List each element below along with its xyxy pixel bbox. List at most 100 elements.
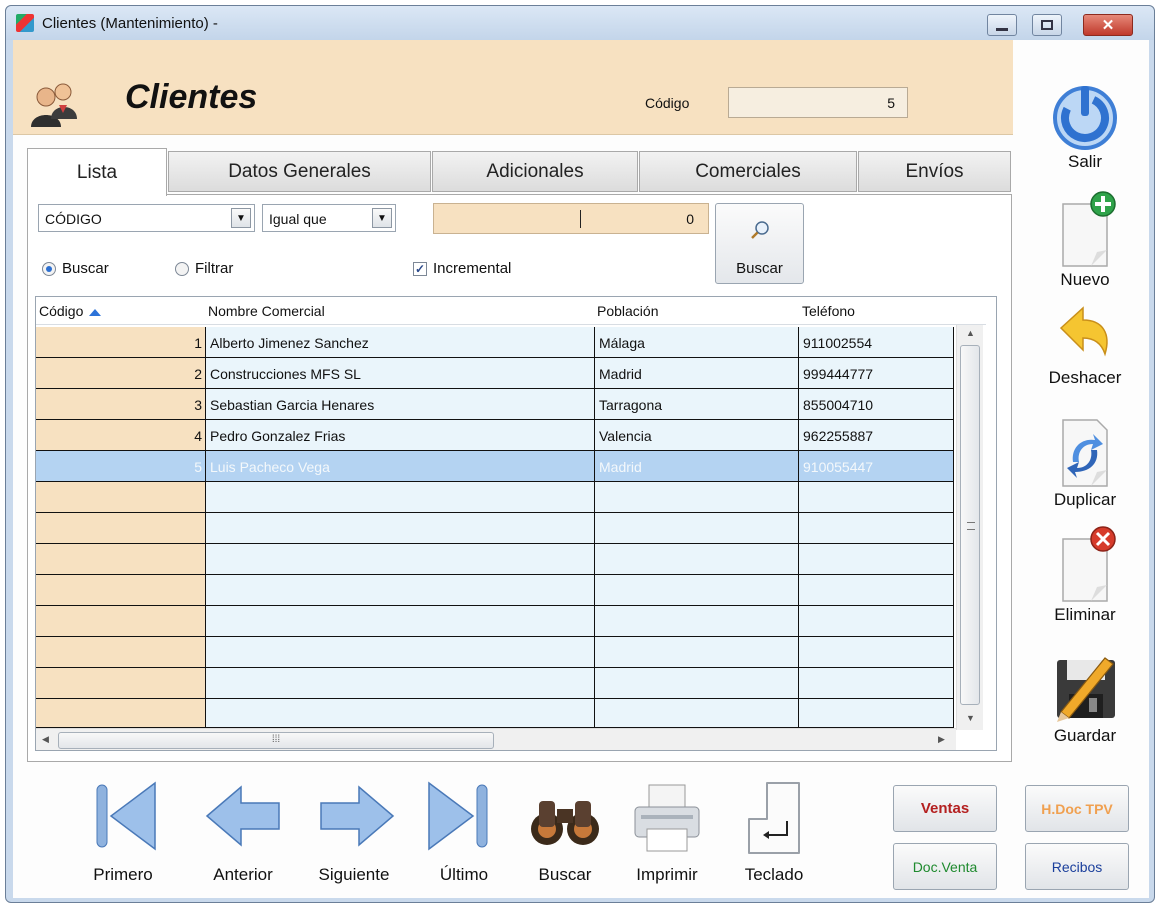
checkmark-icon: ✓ bbox=[413, 261, 427, 276]
duplicar-button[interactable]: Duplicar bbox=[1021, 414, 1149, 510]
table-row-empty[interactable] bbox=[36, 637, 954, 668]
duplicar-label: Duplicar bbox=[1053, 490, 1117, 509]
minimize-button[interactable] bbox=[987, 14, 1017, 36]
chevron-down-icon[interactable]: ▼ bbox=[231, 208, 251, 228]
search-button[interactable]: Buscar bbox=[715, 203, 804, 284]
minimize-icon bbox=[996, 27, 1008, 31]
teclado-label: Teclado bbox=[744, 865, 804, 884]
cell-codigo: 2 bbox=[36, 358, 206, 389]
radio-dot bbox=[175, 261, 189, 276]
tab-lista[interactable]: Lista bbox=[27, 148, 167, 196]
doc-venta-button[interactable]: Doc.Venta bbox=[893, 843, 997, 890]
scroll-right-icon[interactable]: ▶ bbox=[938, 734, 945, 745]
undo-icon bbox=[1059, 306, 1108, 357]
new-document-icon bbox=[1062, 191, 1116, 267]
cell-codigo: 3 bbox=[36, 389, 206, 420]
cell-codigo bbox=[36, 513, 206, 544]
search-value-input[interactable]: 0 bbox=[433, 203, 709, 234]
close-button[interactable]: ✕ bbox=[1083, 14, 1133, 36]
cell-codigo bbox=[36, 637, 206, 668]
table-row-empty[interactable] bbox=[36, 668, 954, 699]
ventas-button[interactable]: Ventas bbox=[893, 785, 997, 832]
cell-telefono bbox=[799, 668, 954, 699]
table-row-empty[interactable] bbox=[36, 544, 954, 575]
nuevo-button[interactable]: Nuevo bbox=[1021, 190, 1149, 290]
sort-ascending-icon bbox=[89, 308, 102, 316]
codigo-field[interactable]: 5 bbox=[728, 87, 908, 118]
scroll-left-icon[interactable]: ◀ bbox=[42, 734, 49, 745]
anterior-button[interactable]: Anterior bbox=[193, 765, 293, 884]
cell-nombre bbox=[206, 668, 595, 699]
table-row[interactable]: 2 Construcciones MFS SL Madrid 999444777 bbox=[36, 358, 954, 389]
cell-poblacion bbox=[595, 637, 799, 668]
radio-buscar[interactable]: Buscar bbox=[42, 260, 109, 277]
table-row-empty[interactable] bbox=[36, 606, 954, 637]
cell-codigo bbox=[36, 699, 206, 728]
cell-telefono bbox=[799, 544, 954, 575]
horizontal-scrollbar[interactable]: ◀ ⁞⁞⁞ ▶ bbox=[36, 728, 956, 750]
tab-datos-generales[interactable]: Datos Generales bbox=[168, 151, 431, 192]
cell-nombre bbox=[206, 544, 595, 575]
field-select[interactable]: CÓDIGO ▼ bbox=[38, 204, 255, 232]
cell-telefono: 911002554 bbox=[799, 327, 954, 358]
horizontal-scroll-thumb[interactable]: ⁞⁞⁞ bbox=[58, 732, 494, 749]
eliminar-button[interactable]: Eliminar bbox=[1021, 525, 1149, 625]
close-icon: ✕ bbox=[1101, 17, 1115, 34]
chevron-down-icon[interactable]: ▼ bbox=[372, 208, 392, 228]
vertical-scroll-thumb[interactable] bbox=[960, 345, 980, 705]
maximize-button[interactable] bbox=[1032, 14, 1062, 36]
teclado-button[interactable]: Teclado bbox=[729, 765, 819, 884]
table-row-empty[interactable] bbox=[36, 513, 954, 544]
codigo-label: Código bbox=[645, 95, 690, 111]
table-row[interactable]: 3 Sebastian Garcia Henares Tarragona 855… bbox=[36, 389, 954, 420]
cell-telefono bbox=[799, 606, 954, 637]
search-area: CÓDIGO ▼ Igual que ▼ 0 Buscar Buscar Fil… bbox=[38, 203, 838, 293]
scroll-up-icon[interactable]: ▲ bbox=[966, 328, 975, 338]
table-row-empty[interactable] bbox=[36, 575, 954, 606]
column-header-nombre[interactable]: Nombre Comercial bbox=[208, 303, 325, 319]
siguiente-button[interactable]: Siguiente bbox=[299, 765, 409, 884]
imprimir-button[interactable]: Imprimir bbox=[619, 765, 715, 884]
vertical-scrollbar[interactable]: ▲ ▼ bbox=[956, 325, 983, 730]
table-row[interactable]: 1 Alberto Jimenez Sanchez Málaga 9110025… bbox=[36, 327, 954, 358]
header-panel: Clientes Código 5 bbox=[13, 40, 1013, 135]
cell-codigo bbox=[36, 668, 206, 699]
window-title: Clientes (Mantenimiento) - bbox=[42, 15, 218, 32]
ultimo-button[interactable]: Último bbox=[419, 765, 509, 884]
app-icon bbox=[16, 14, 34, 32]
column-header-poblacion[interactable]: Población bbox=[597, 303, 659, 319]
table-row-selected[interactable]: 5 Luis Pacheco Vega Madrid 910055447 bbox=[36, 451, 954, 482]
radio-filtrar[interactable]: Filtrar bbox=[175, 260, 233, 277]
buscar-nav-label: Buscar bbox=[538, 865, 592, 884]
hdoc-tpv-button[interactable]: H.Doc TPV bbox=[1025, 785, 1129, 832]
scroll-down-icon[interactable]: ▼ bbox=[966, 713, 975, 723]
client-area: Clientes Código 5 Lista Datos Generales … bbox=[13, 40, 1149, 898]
buscar-nav-button[interactable]: Buscar bbox=[517, 765, 613, 884]
cell-poblacion bbox=[595, 668, 799, 699]
column-header-telefono[interactable]: Teléfono bbox=[802, 303, 855, 319]
salir-label: Salir bbox=[1067, 152, 1102, 171]
cell-poblacion: Málaga bbox=[595, 327, 799, 358]
search-button-label: Buscar bbox=[736, 260, 783, 277]
incremental-checkbox[interactable]: ✓ Incremental bbox=[413, 260, 511, 277]
title-bar[interactable]: Clientes (Mantenimiento) - ✕ bbox=[6, 6, 1154, 40]
cell-codigo: 5 bbox=[36, 451, 206, 482]
guardar-label: Guardar bbox=[1053, 726, 1117, 745]
table-row-empty[interactable] bbox=[36, 699, 954, 728]
salir-button[interactable]: Salir bbox=[1021, 80, 1149, 172]
tab-adicionales[interactable]: Adicionales bbox=[432, 151, 638, 192]
arrow-right-icon bbox=[320, 785, 395, 847]
column-header-codigo[interactable]: Código bbox=[39, 303, 102, 319]
cell-poblacion bbox=[595, 575, 799, 606]
operator-select[interactable]: Igual que ▼ bbox=[262, 204, 396, 232]
recibos-button[interactable]: Recibos bbox=[1025, 843, 1129, 890]
guardar-button[interactable]: Guardar bbox=[1021, 650, 1149, 746]
deshacer-button[interactable]: Deshacer bbox=[1021, 302, 1149, 388]
table-row[interactable]: 4 Pedro Gonzalez Frias Valencia 96225588… bbox=[36, 420, 954, 451]
tab-comerciales[interactable]: Comerciales bbox=[639, 151, 857, 192]
table-row-empty[interactable] bbox=[36, 482, 954, 513]
save-icon bbox=[1057, 657, 1115, 722]
tab-envios[interactable]: Envíos bbox=[858, 151, 1011, 192]
users-icon bbox=[31, 83, 77, 127]
primero-button[interactable]: Primero bbox=[73, 765, 173, 884]
